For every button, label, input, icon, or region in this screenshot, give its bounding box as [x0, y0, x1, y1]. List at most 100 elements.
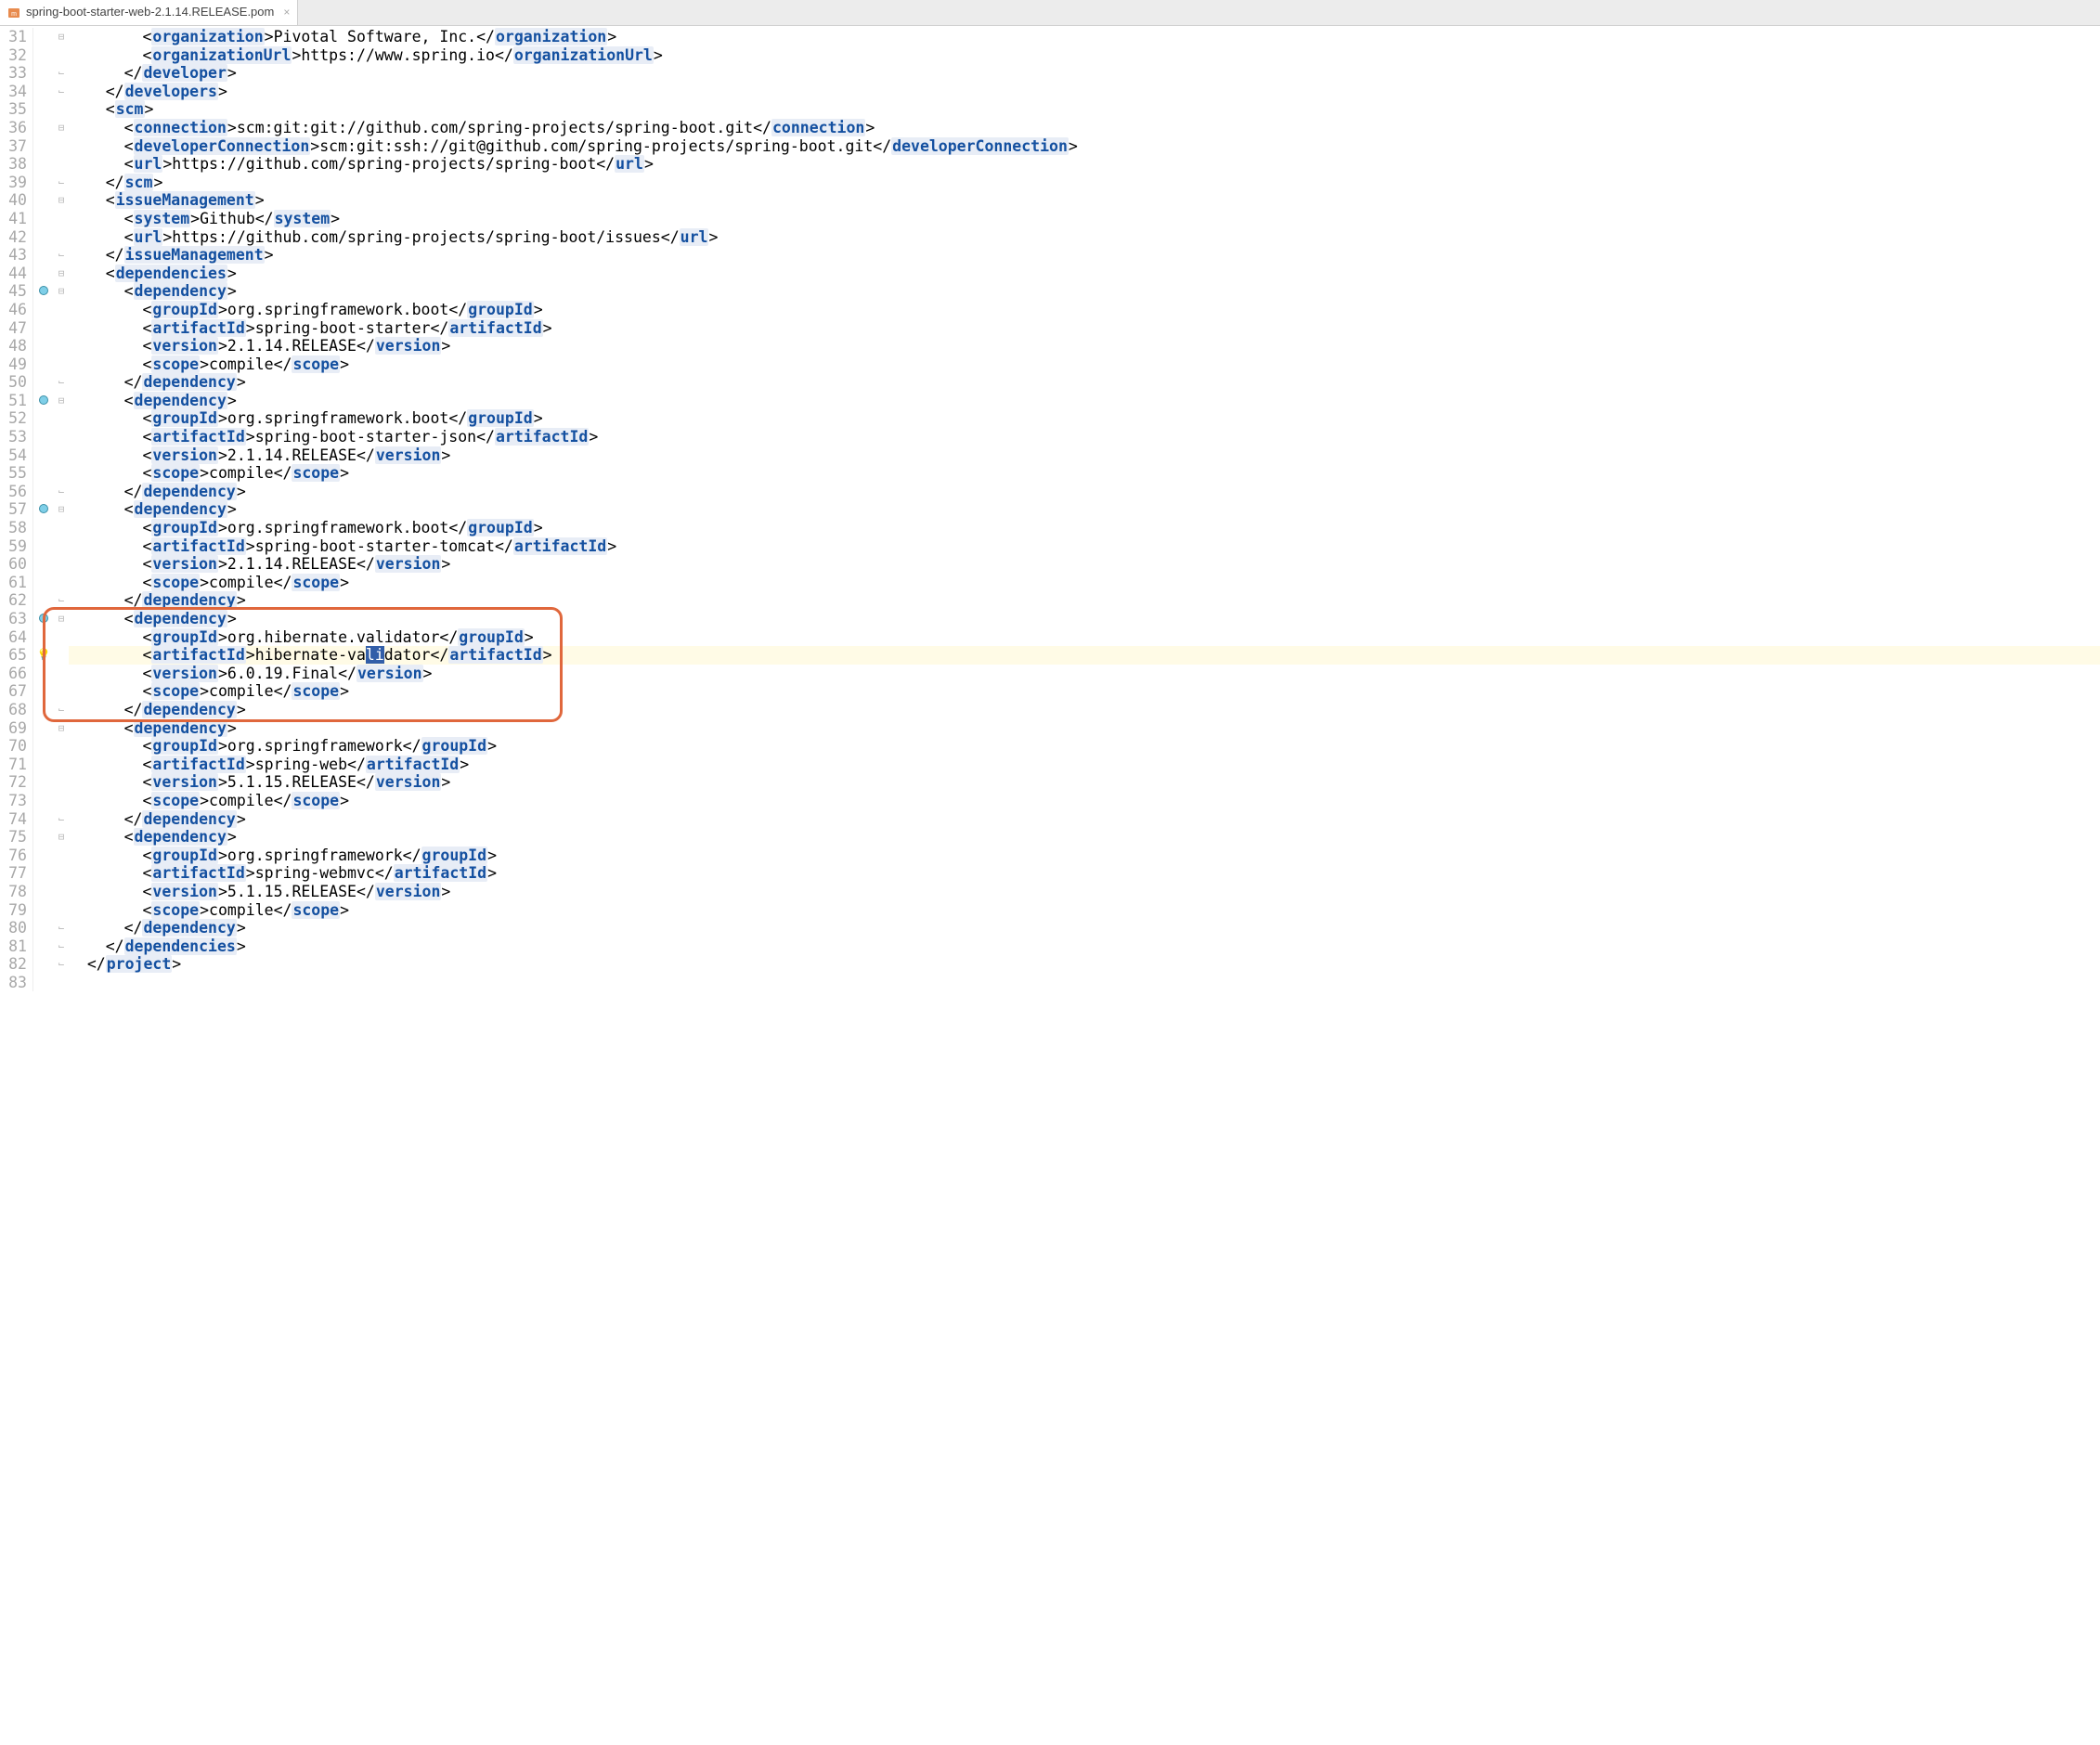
- code-line[interactable]: </dependency>: [69, 483, 2100, 501]
- code-line[interactable]: <scope>compile</scope>: [69, 464, 2100, 483]
- fold-toggle[interactable]: [54, 773, 69, 792]
- code-line[interactable]: <dependency>: [69, 500, 2100, 519]
- dependency-marker-icon[interactable]: [39, 286, 48, 295]
- code-line[interactable]: <dependency>: [69, 392, 2100, 410]
- fold-toggle[interactable]: ⌙: [54, 919, 69, 937]
- code-line[interactable]: <organizationUrl>https://www.spring.io</…: [69, 46, 2100, 65]
- code-line[interactable]: <dependency>: [69, 719, 2100, 738]
- fold-toggle[interactable]: [54, 646, 69, 665]
- code-line[interactable]: <scope>compile</scope>: [69, 792, 2100, 810]
- code-line[interactable]: <developerConnection>scm:git:ssh://git@g…: [69, 137, 2100, 156]
- code-line[interactable]: <version>5.1.15.RELEASE</version>: [69, 883, 2100, 901]
- dependency-marker-icon[interactable]: [39, 614, 48, 623]
- fold-toggle[interactable]: [54, 409, 69, 428]
- code-line[interactable]: </dependencies>: [69, 937, 2100, 956]
- fold-toggle[interactable]: ⌙: [54, 174, 69, 192]
- code-line[interactable]: <issueManagement>: [69, 191, 2100, 210]
- code-line[interactable]: </scm>: [69, 174, 2100, 192]
- fold-toggle[interactable]: [54, 901, 69, 920]
- code-line[interactable]: <url>https://github.com/spring-projects/…: [69, 155, 2100, 174]
- code-line[interactable]: <artifactId>spring-boot-starter-json</ar…: [69, 428, 2100, 446]
- fold-toggle[interactable]: ⌙: [54, 83, 69, 101]
- code-line[interactable]: <groupId>org.hibernate.validator</groupI…: [69, 628, 2100, 647]
- fold-toggle[interactable]: ⌙: [54, 64, 69, 83]
- fold-toggle[interactable]: [54, 665, 69, 683]
- code-line[interactable]: [69, 974, 2100, 992]
- code-line[interactable]: <artifactId>spring-web</artifactId>: [69, 756, 2100, 774]
- fold-toggle[interactable]: ⌙: [54, 701, 69, 719]
- fold-toggle[interactable]: [54, 337, 69, 355]
- fold-toggle[interactable]: [54, 756, 69, 774]
- code-line[interactable]: <artifactId>spring-boot-starter-tomcat</…: [69, 537, 2100, 556]
- fold-toggle[interactable]: [54, 319, 69, 338]
- code-line[interactable]: <dependency>: [69, 282, 2100, 301]
- code-line[interactable]: <artifactId>hibernate-validator</artifac…: [69, 646, 2100, 665]
- dependency-marker-icon[interactable]: [39, 395, 48, 405]
- fold-toggle[interactable]: ⌙: [54, 483, 69, 501]
- fold-toggle[interactable]: ⌙: [54, 246, 69, 265]
- fold-toggle[interactable]: [54, 792, 69, 810]
- fold-toggle[interactable]: ⊟: [54, 282, 69, 301]
- code-line[interactable]: </project>: [69, 955, 2100, 974]
- fold-toggle[interactable]: [54, 628, 69, 647]
- code-line[interactable]: </dependency>: [69, 919, 2100, 937]
- code-line[interactable]: <dependency>: [69, 610, 2100, 628]
- code-line[interactable]: <organization>Pivotal Software, Inc.</or…: [69, 28, 2100, 46]
- fold-toggle[interactable]: [54, 355, 69, 374]
- fold-toggle[interactable]: ⊟: [54, 392, 69, 410]
- code-line[interactable]: <scope>compile</scope>: [69, 355, 2100, 374]
- code-line[interactable]: <version>2.1.14.RELEASE</version>: [69, 446, 2100, 465]
- code-line[interactable]: <version>6.0.19.Final</version>: [69, 665, 2100, 683]
- code-line[interactable]: <scope>compile</scope>: [69, 901, 2100, 920]
- code-line[interactable]: </developers>: [69, 83, 2100, 101]
- fold-toggle[interactable]: [54, 155, 69, 174]
- code-line[interactable]: <groupId>org.springframework</groupId>: [69, 737, 2100, 756]
- code-line[interactable]: <system>Github</system>: [69, 210, 2100, 228]
- code-line[interactable]: <scope>compile</scope>: [69, 682, 2100, 701]
- fold-toggle[interactable]: [54, 847, 69, 865]
- fold-toggle[interactable]: ⊟: [54, 28, 69, 46]
- fold-toggle[interactable]: ⊟: [54, 610, 69, 628]
- fold-toggle[interactable]: [54, 519, 69, 537]
- fold-toggle[interactable]: [54, 210, 69, 228]
- fold-toggle[interactable]: ⊟: [54, 265, 69, 283]
- fold-toggle[interactable]: [54, 100, 69, 119]
- fold-toggle[interactable]: ⌙: [54, 955, 69, 974]
- code-editor[interactable]: 3132333435363738394041424344454647484950…: [0, 26, 2100, 991]
- fold-toggle[interactable]: [54, 864, 69, 883]
- fold-toggle[interactable]: ⊟: [54, 191, 69, 210]
- code-line[interactable]: <scope>compile</scope>: [69, 574, 2100, 592]
- code-line[interactable]: <dependencies>: [69, 265, 2100, 283]
- fold-toggle[interactable]: ⊟: [54, 500, 69, 519]
- fold-toggle[interactable]: [54, 464, 69, 483]
- code-line[interactable]: <artifactId>spring-boot-starter</artifac…: [69, 319, 2100, 338]
- code-line[interactable]: <version>2.1.14.RELEASE</version>: [69, 555, 2100, 574]
- dependency-marker-icon[interactable]: [39, 504, 48, 513]
- editor-tab[interactable]: m spring-boot-starter-web-2.1.14.RELEASE…: [0, 0, 298, 25]
- code-line[interactable]: <version>5.1.15.RELEASE</version>: [69, 773, 2100, 792]
- fold-toggle[interactable]: [54, 682, 69, 701]
- code-line[interactable]: </dependency>: [69, 591, 2100, 610]
- fold-toggle[interactable]: [54, 883, 69, 901]
- fold-toggle[interactable]: ⊟: [54, 119, 69, 137]
- code-line[interactable]: <groupId>org.springframework.boot</group…: [69, 519, 2100, 537]
- fold-toggle[interactable]: ⌙: [54, 373, 69, 392]
- intention-bulb-icon[interactable]: 💡: [37, 648, 51, 661]
- fold-toggle[interactable]: [54, 301, 69, 319]
- fold-toggle[interactable]: ⊟: [54, 828, 69, 847]
- close-icon[interactable]: ×: [283, 6, 290, 19]
- code-line[interactable]: <connection>scm:git:git://github.com/spr…: [69, 119, 2100, 137]
- code-line[interactable]: </dependency>: [69, 373, 2100, 392]
- code-line[interactable]: <dependency>: [69, 828, 2100, 847]
- code-line[interactable]: <scm>: [69, 100, 2100, 119]
- fold-toggle[interactable]: ⌙: [54, 937, 69, 956]
- fold-toggle[interactable]: [54, 228, 69, 247]
- fold-toggle[interactable]: [54, 46, 69, 65]
- code-line[interactable]: <url>https://github.com/spring-projects/…: [69, 228, 2100, 247]
- fold-toggle[interactable]: ⌙: [54, 591, 69, 610]
- code-line[interactable]: <version>2.1.14.RELEASE</version>: [69, 337, 2100, 355]
- code-line[interactable]: </issueManagement>: [69, 246, 2100, 265]
- code-area[interactable]: <organization>Pivotal Software, Inc.</or…: [69, 28, 2100, 991]
- fold-toggle[interactable]: [54, 137, 69, 156]
- fold-toggle[interactable]: [54, 574, 69, 592]
